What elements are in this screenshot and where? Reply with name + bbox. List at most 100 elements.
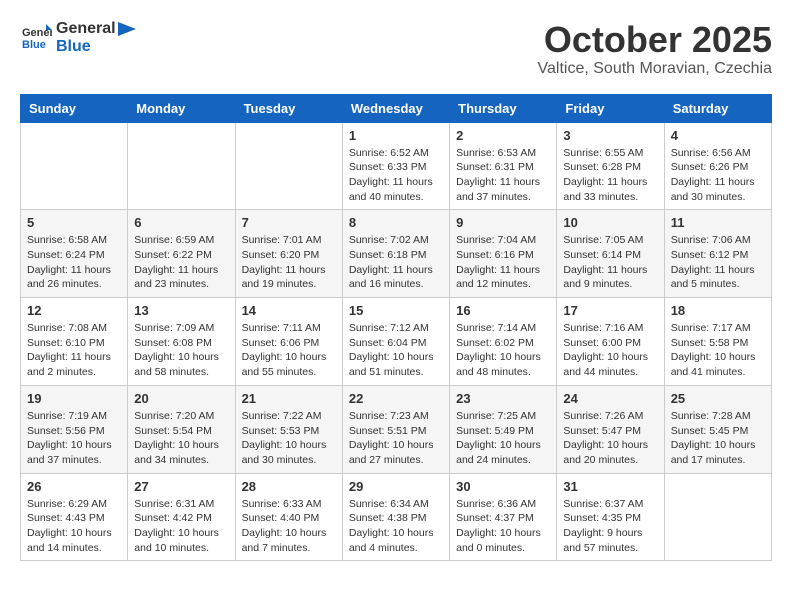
day-number: 29 <box>349 479 443 494</box>
day-number: 14 <box>242 303 336 318</box>
day-number: 12 <box>27 303 121 318</box>
calendar-table: SundayMondayTuesdayWednesdayThursdayFrid… <box>20 94 772 562</box>
day-info: Sunrise: 7:09 AM Sunset: 6:08 PM Dayligh… <box>134 321 228 380</box>
calendar-cell: 1Sunrise: 6:52 AM Sunset: 6:33 PM Daylig… <box>342 122 449 210</box>
day-number: 11 <box>671 215 765 230</box>
day-number: 20 <box>134 391 228 406</box>
calendar-cell: 13 Sunrise: 7:09 AM Sunset: 6:08 PM Dayli… <box>128 298 235 386</box>
day-info: Sunrise: 7:22 AM Sunset: 5:53 PM Dayligh… <box>242 409 336 468</box>
calendar-cell: 10Sunrise: 7:05 AM Sunset: 6:14 PM Dayli… <box>557 210 664 298</box>
logo-blue-text: Blue <box>56 38 91 55</box>
day-info: Sunrise: 7:19 AM Sunset: 5:56 PM Dayligh… <box>27 409 121 468</box>
calendar-cell: 20 Sunrise: 7:20 AM Sunset: 5:54 PM Dayli… <box>128 385 235 473</box>
calendar-cell: 18 Sunrise: 7:17 AM Sunset: 5:58 PM Dayli… <box>664 298 771 386</box>
day-number: 15 <box>349 303 443 318</box>
calendar-cell <box>235 122 342 210</box>
calendar-cell: 29 Sunrise: 6:34 AM Sunset: 4:38 PM Dayli… <box>342 473 449 561</box>
day-number: 21 <box>242 391 336 406</box>
day-number: 7 <box>242 215 336 230</box>
logo-general-text: General <box>56 20 116 38</box>
day-of-week-header: Saturday <box>664 94 771 122</box>
day-info: Sunrise: 7:04 AM Sunset: 6:16 PM Dayligh… <box>456 233 550 292</box>
day-number: 31 <box>563 479 657 494</box>
calendar-cell: 11 Sunrise: 7:06 AM Sunset: 6:12 PM Dayli… <box>664 210 771 298</box>
day-number: 23 <box>456 391 550 406</box>
day-info: Sunrise: 6:53 AM Sunset: 6:31 PM Dayligh… <box>456 146 550 205</box>
calendar-cell: 23 Sunrise: 7:25 AM Sunset: 5:49 PM Dayli… <box>450 385 557 473</box>
day-info: Sunrise: 7:06 AM Sunset: 6:12 PM Dayligh… <box>671 233 765 292</box>
day-info: Sunrise: 7:23 AM Sunset: 5:51 PM Dayligh… <box>349 409 443 468</box>
day-number: 4 <box>671 128 765 143</box>
calendar-cell: 4 Sunrise: 6:56 AM Sunset: 6:26 PM Daylig… <box>664 122 771 210</box>
day-info: Sunrise: 7:08 AM Sunset: 6:10 PM Dayligh… <box>27 321 121 380</box>
day-info: Sunrise: 6:56 AM Sunset: 6:26 PM Dayligh… <box>671 146 765 205</box>
day-info: Sunrise: 7:20 AM Sunset: 5:54 PM Dayligh… <box>134 409 228 468</box>
calendar-cell: 17Sunrise: 7:16 AM Sunset: 6:00 PM Dayli… <box>557 298 664 386</box>
day-info: Sunrise: 6:59 AM Sunset: 6:22 PM Dayligh… <box>134 233 228 292</box>
day-of-week-header: Wednesday <box>342 94 449 122</box>
day-number: 18 <box>671 303 765 318</box>
title-block: October 2025 Valtice, South Moravian, Cz… <box>538 20 772 78</box>
calendar-cell: 19 Sunrise: 7:19 AM Sunset: 5:56 PM Dayli… <box>21 385 128 473</box>
day-of-week-header: Thursday <box>450 94 557 122</box>
calendar-cell: 21 Sunrise: 7:22 AM Sunset: 5:53 PM Dayli… <box>235 385 342 473</box>
calendar-cell: 15 Sunrise: 7:12 AM Sunset: 6:04 PM Dayli… <box>342 298 449 386</box>
day-number: 22 <box>349 391 443 406</box>
day-of-week-header: Sunday <box>21 94 128 122</box>
logo-arrow-icon <box>118 22 136 36</box>
calendar-cell: 16Sunrise: 7:14 AM Sunset: 6:02 PM Dayli… <box>450 298 557 386</box>
month-title: October 2025 <box>538 20 772 60</box>
calendar-cell: 3 Sunrise: 6:55 AM Sunset: 6:28 PM Daylig… <box>557 122 664 210</box>
day-info: Sunrise: 7:12 AM Sunset: 6:04 PM Dayligh… <box>349 321 443 380</box>
day-info: Sunrise: 6:37 AM Sunset: 4:35 PM Dayligh… <box>563 497 657 556</box>
day-info: Sunrise: 7:17 AM Sunset: 5:58 PM Dayligh… <box>671 321 765 380</box>
day-info: Sunrise: 6:58 AM Sunset: 6:24 PM Dayligh… <box>27 233 121 292</box>
day-number: 3 <box>563 128 657 143</box>
day-info: Sunrise: 7:16 AM Sunset: 6:00 PM Dayligh… <box>563 321 657 380</box>
day-info: Sunrise: 6:29 AM Sunset: 4:43 PM Dayligh… <box>27 497 121 556</box>
logo-icon: General Blue <box>20 22 52 54</box>
day-info: Sunrise: 6:36 AM Sunset: 4:37 PM Dayligh… <box>456 497 550 556</box>
calendar-cell: 12 Sunrise: 7:08 AM Sunset: 6:10 PM Dayli… <box>21 298 128 386</box>
calendar-cell: 5 Sunrise: 6:58 AM Sunset: 6:24 PM Daylig… <box>21 210 128 298</box>
day-number: 16 <box>456 303 550 318</box>
day-number: 13 <box>134 303 228 318</box>
logo: General Blue General Blue <box>20 20 136 55</box>
calendar-cell: 6 Sunrise: 6:59 AM Sunset: 6:22 PM Daylig… <box>128 210 235 298</box>
calendar-cell: 30Sunrise: 6:36 AM Sunset: 4:37 PM Dayli… <box>450 473 557 561</box>
day-info: Sunrise: 6:52 AM Sunset: 6:33 PM Dayligh… <box>349 146 443 205</box>
calendar-cell: 27Sunrise: 6:31 AM Sunset: 4:42 PM Dayli… <box>128 473 235 561</box>
day-info: Sunrise: 7:02 AM Sunset: 6:18 PM Dayligh… <box>349 233 443 292</box>
day-of-week-header: Tuesday <box>235 94 342 122</box>
page-header: General Blue General Blue October 2025 V… <box>20 20 772 78</box>
day-info: Sunrise: 6:31 AM Sunset: 4:42 PM Dayligh… <box>134 497 228 556</box>
day-number: 26 <box>27 479 121 494</box>
day-of-week-header: Friday <box>557 94 664 122</box>
calendar-cell: 9Sunrise: 7:04 AM Sunset: 6:16 PM Daylig… <box>450 210 557 298</box>
day-info: Sunrise: 6:55 AM Sunset: 6:28 PM Dayligh… <box>563 146 657 205</box>
calendar-cell <box>21 122 128 210</box>
day-info: Sunrise: 6:34 AM Sunset: 4:38 PM Dayligh… <box>349 497 443 556</box>
day-number: 5 <box>27 215 121 230</box>
day-number: 6 <box>134 215 228 230</box>
day-info: Sunrise: 7:28 AM Sunset: 5:45 PM Dayligh… <box>671 409 765 468</box>
day-number: 19 <box>27 391 121 406</box>
calendar-cell: 28Sunrise: 6:33 AM Sunset: 4:40 PM Dayli… <box>235 473 342 561</box>
calendar-cell: 26 Sunrise: 6:29 AM Sunset: 4:43 PM Dayli… <box>21 473 128 561</box>
calendar-cell: 31 Sunrise: 6:37 AM Sunset: 4:35 PM Dayli… <box>557 473 664 561</box>
calendar-cell: 14 Sunrise: 7:11 AM Sunset: 6:06 PM Dayli… <box>235 298 342 386</box>
day-of-week-header: Monday <box>128 94 235 122</box>
calendar-cell <box>664 473 771 561</box>
calendar-cell: 22 Sunrise: 7:23 AM Sunset: 5:51 PM Dayli… <box>342 385 449 473</box>
day-number: 25 <box>671 391 765 406</box>
svg-text:Blue: Blue <box>22 39 46 51</box>
calendar-cell <box>128 122 235 210</box>
day-number: 10 <box>563 215 657 230</box>
day-number: 2 <box>456 128 550 143</box>
day-number: 8 <box>349 215 443 230</box>
calendar-cell: 25 Sunrise: 7:28 AM Sunset: 5:45 PM Dayli… <box>664 385 771 473</box>
day-info: Sunrise: 7:11 AM Sunset: 6:06 PM Dayligh… <box>242 321 336 380</box>
day-info: Sunrise: 7:25 AM Sunset: 5:49 PM Dayligh… <box>456 409 550 468</box>
calendar-cell: 8 Sunrise: 7:02 AM Sunset: 6:18 PM Daylig… <box>342 210 449 298</box>
day-info: Sunrise: 7:26 AM Sunset: 5:47 PM Dayligh… <box>563 409 657 468</box>
